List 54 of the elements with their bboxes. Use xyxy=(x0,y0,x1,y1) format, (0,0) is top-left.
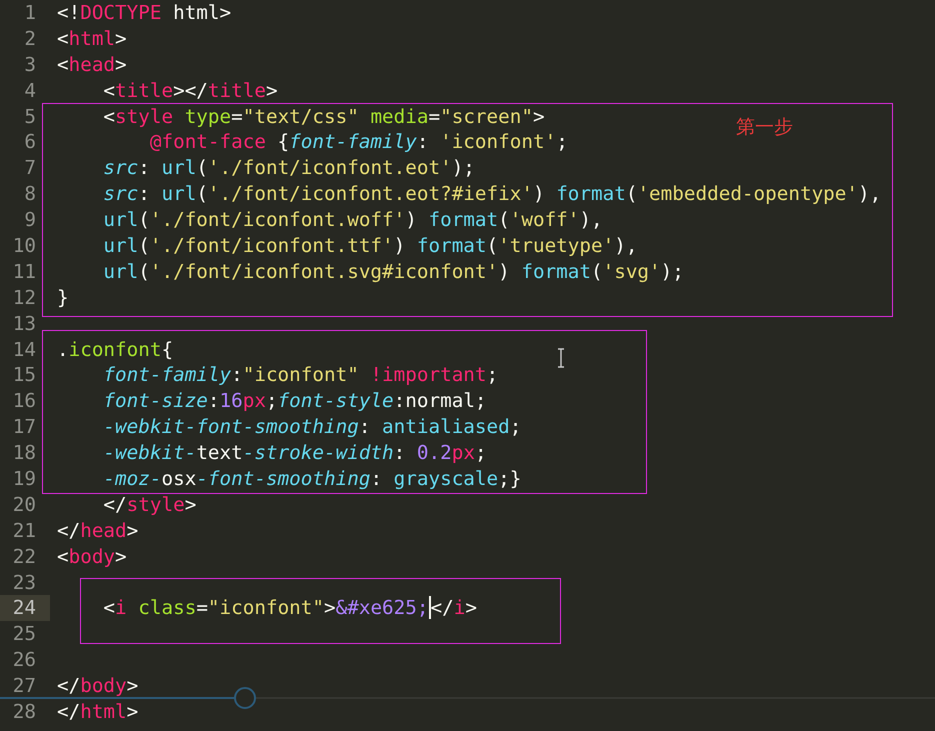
code-line: </body> xyxy=(56,673,138,700)
code-line: } xyxy=(56,284,69,311)
code-line: url('./font/iconfont.ttf') format('truetype'), xyxy=(102,233,638,259)
code-line: -webkit-font-smoothing: antialiased; xyxy=(102,414,522,440)
text-cursor-icon xyxy=(556,348,566,368)
line-number: 12 xyxy=(12,284,37,311)
code-line: -webkit-text-stroke-width: 0.2px; xyxy=(102,440,487,466)
line-number: 26 xyxy=(12,647,37,674)
line-number: 17 xyxy=(12,414,37,440)
code-line: <body> xyxy=(56,544,127,570)
line-number: 5 xyxy=(23,104,37,130)
code-line: @font-face {font-family: 'iconfont'; xyxy=(148,129,568,156)
code-line: </html> xyxy=(56,699,138,725)
code-line: <style type="text/css" media="screen"> xyxy=(102,104,545,130)
code-line: font-family:"iconfont" !important; xyxy=(102,362,498,388)
line-number: 27 xyxy=(12,673,37,700)
line-number: 20 xyxy=(12,492,37,518)
code-line: <title></title> xyxy=(102,78,278,104)
code-line: </style> xyxy=(102,492,196,518)
line-number: 10 xyxy=(12,233,37,259)
line-number: 11 xyxy=(12,258,37,285)
code-line: src: url('./font/iconfont.eot'); xyxy=(102,155,475,182)
line-number: 1 xyxy=(23,0,37,26)
code-line: <html> xyxy=(56,26,127,52)
line-number: 9 xyxy=(23,207,37,234)
code-line: <!DOCTYPE html> xyxy=(56,0,232,26)
code-line: font-size:16px;font-style:normal; xyxy=(102,388,487,414)
line-number: 2 xyxy=(23,26,37,52)
line-number: 14 xyxy=(12,336,37,362)
line-number: 6 xyxy=(23,129,37,156)
line-number: 19 xyxy=(12,466,37,492)
code-line: src: url('./font/iconfont.eot?#iefix') format('embedded-opentype'), xyxy=(102,181,882,208)
line-number: 16 xyxy=(12,388,37,414)
annotation-label: 第一步 xyxy=(736,115,793,140)
code-line: <i class="iconfont">&#xe625;</i> xyxy=(102,595,477,622)
line-number: 25 xyxy=(12,621,37,648)
line-number: 18 xyxy=(12,440,37,466)
line-number: 21 xyxy=(12,518,37,544)
line-number: 15 xyxy=(12,362,37,388)
line-number: 28 xyxy=(12,699,37,725)
code-line: -moz-osx-font-smoothing: grayscale;} xyxy=(102,466,522,492)
line-number: 3 xyxy=(23,52,37,78)
line-number: 8 xyxy=(23,181,37,208)
line-number: 23 xyxy=(12,570,37,596)
code-line: <head> xyxy=(56,52,127,78)
line-number: 7 xyxy=(23,155,37,182)
code-line: url('./font/iconfont.svg#iconfont') format('svg'); xyxy=(102,258,684,285)
code-line: </head> xyxy=(56,518,138,544)
line-number: 22 xyxy=(12,544,37,570)
code-line: url('./font/iconfont.woff') format('woff'), xyxy=(102,207,603,234)
code-line: .iconfont{ xyxy=(56,336,174,362)
line-number: 24 xyxy=(0,595,50,622)
line-number: 13 xyxy=(12,310,37,337)
line-number: 4 xyxy=(23,78,37,104)
